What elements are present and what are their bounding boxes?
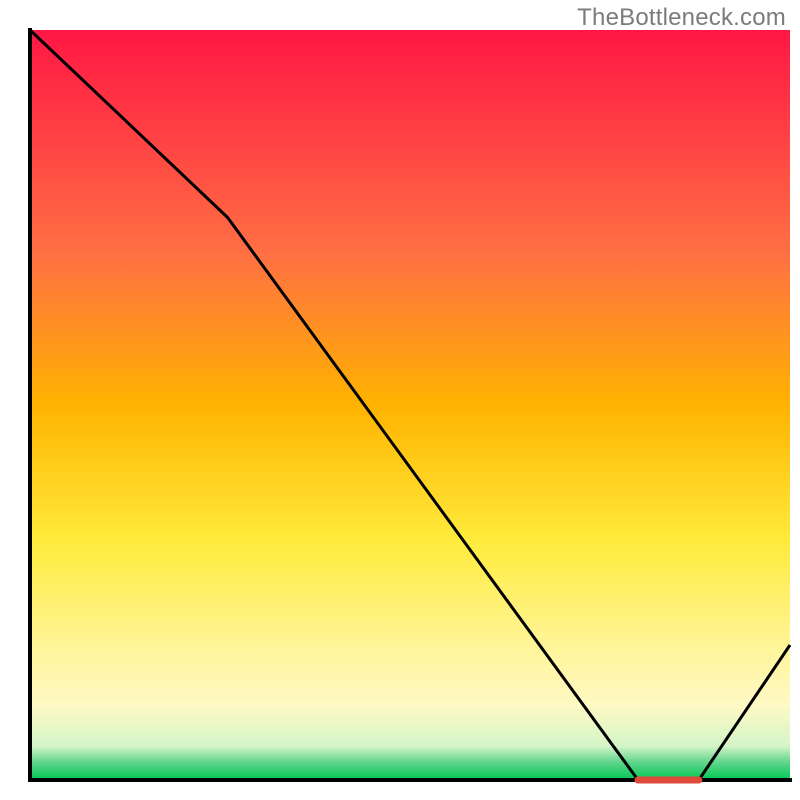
- bottleneck-chart: [0, 0, 800, 800]
- chart-container: TheBottleneck.com: [0, 0, 800, 800]
- plot-background: [30, 30, 790, 780]
- watermark-text: TheBottleneck.com: [577, 4, 786, 32]
